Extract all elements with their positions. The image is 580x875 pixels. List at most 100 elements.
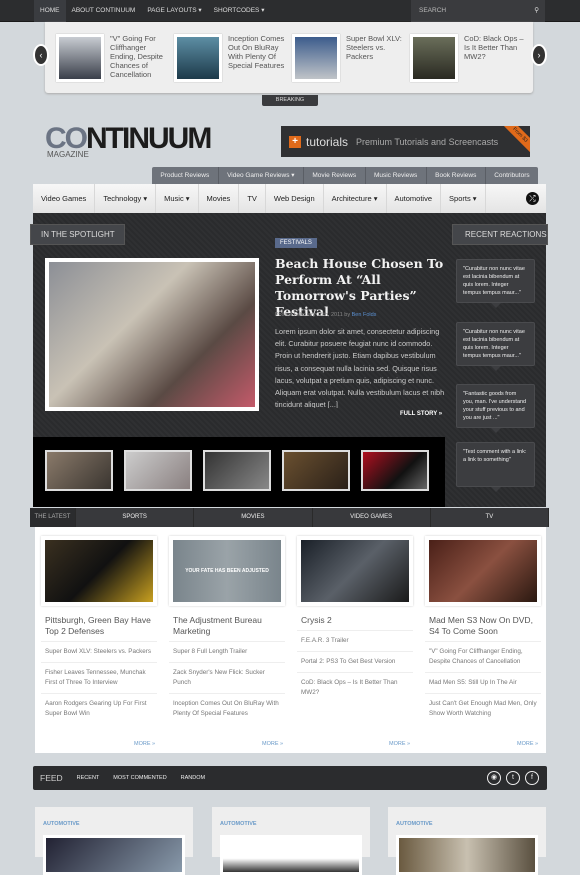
breaking-item[interactable]: CoD: Black Ops – Is It Better Than MW2?	[410, 34, 526, 82]
list-item[interactable]: Inception Comes Out On BluRay With Plent…	[169, 693, 285, 724]
post-meta: Posted February 15th, 2011 by Ben Folds	[275, 312, 376, 318]
next-arrow-icon[interactable]: ›	[531, 44, 547, 66]
mainnav-item[interactable]: TV	[239, 184, 266, 213]
list-item[interactable]: Mad Men S5: Still Up In The Air	[425, 672, 541, 693]
reaction-bubble[interactable]: "Curabitur non nunc vitae est lacinia bi…	[456, 259, 535, 308]
search-placeholder: SEARCH	[419, 7, 447, 14]
subnav-item[interactable]: Product Reviews	[152, 167, 219, 185]
subnav-item[interactable]: Music Reviews	[366, 167, 427, 185]
breaking-item[interactable]: Super Bowl XLV: Steelers vs. Packers	[292, 34, 408, 82]
nav-page-layouts[interactable]: PAGE LAYOUTS ▾	[141, 0, 207, 22]
image-caption: YOUR FATE HAS BEEN ADJUSTED	[173, 540, 281, 602]
search-icon[interactable]: ⚲	[534, 0, 539, 22]
feed-card[interactable]: AUTOMOTIVE	[388, 807, 546, 875]
mainnav-item[interactable]: Technology ▾	[95, 184, 157, 213]
list-item[interactable]: CoD: Black Ops – Is It Better Than MW2?	[297, 672, 413, 703]
thumbnail[interactable]	[45, 450, 113, 491]
breaking-title: CoD: Black Ops – Is It Better Than MW2?	[464, 34, 524, 61]
thumbnail[interactable]	[282, 450, 350, 491]
subnav-item[interactable]: Video Game Reviews ▾	[219, 167, 304, 185]
spotlight-excerpt: Lorem ipsum dolor sit amet, consectetur …	[275, 327, 445, 408]
column-title[interactable]: Pittsburgh, Green Bay Have Top 2 Defense…	[45, 615, 157, 641]
nav-shortcodes[interactable]: SHORTCODES ▾	[208, 0, 271, 22]
card-category[interactable]: AUTOMOTIVE	[220, 821, 257, 827]
feed-card[interactable]: AUTOMOTIVE	[212, 807, 370, 875]
tab-tv[interactable]: TV	[431, 508, 549, 527]
subnav-item[interactable]: Contributors	[486, 167, 538, 185]
prev-arrow-icon[interactable]: ‹	[33, 44, 49, 66]
feed-tab-most-commented[interactable]: MOST COMMENTED	[113, 775, 166, 781]
ad-banner[interactable]: + tutorials Premium Tutorials and Screen…	[281, 126, 530, 157]
tab-sports[interactable]: SPORTS	[76, 508, 195, 527]
card-category[interactable]: AUTOMOTIVE	[43, 821, 80, 827]
breaking-item[interactable]: Inception Comes Out On BluRay With Plent…	[174, 34, 290, 82]
more-link[interactable]: MORE »	[517, 741, 538, 747]
more-link[interactable]: MORE »	[262, 741, 283, 747]
column-image[interactable]	[297, 536, 413, 606]
mainnav-item[interactable]: Web Design	[266, 184, 324, 213]
reaction-bubble[interactable]: "Test comment with a link: a link to som…	[456, 442, 535, 492]
list-item[interactable]: Zack Snyder's New Flick: Sucker Punch	[169, 662, 285, 693]
column-image[interactable]: YOUR FATE HAS BEEN ADJUSTED	[169, 536, 285, 606]
more-link[interactable]: MORE »	[389, 741, 410, 747]
column-image[interactable]	[425, 536, 541, 606]
thumbnail[interactable]	[124, 450, 192, 491]
column-title[interactable]: The Adjustment Bureau Marketing	[173, 615, 285, 641]
thumbnail[interactable]	[361, 450, 429, 491]
column-title[interactable]: Crysis 2	[301, 615, 413, 630]
nav-home[interactable]: HOME	[34, 0, 66, 22]
list-item[interactable]: Portal 2: PS3 To Get Best Version	[297, 651, 413, 672]
latest-column: Mad Men S3 Now On DVD, S4 To Come Soon "…	[425, 536, 541, 724]
search-input[interactable]: SEARCH ⚲	[411, 0, 545, 22]
shuffle-icon[interactable]: ⤮	[526, 192, 539, 205]
rss-icon[interactable]: ◉	[487, 771, 501, 785]
latest-column: YOUR FATE HAS BEEN ADJUSTED The Adjustme…	[169, 536, 285, 724]
mainnav-item[interactable]: Automotive	[387, 184, 442, 213]
reaction-bubble[interactable]: "Fantastic goods from you, man. I've und…	[456, 384, 535, 433]
top-nav: HOME ABOUT CONTINUUM PAGE LAYOUTS ▾ SHOR…	[34, 0, 270, 22]
feed-card[interactable]: AUTOMOTIVE	[35, 807, 193, 875]
list-item[interactable]: F.E.A.R. 3 Trailer	[297, 630, 413, 651]
author-link[interactable]: Ben Folds	[352, 312, 377, 318]
mainnav-item[interactable]: Video Games	[33, 184, 96, 213]
subnav-item[interactable]: Movie Reviews	[304, 167, 366, 185]
spotlight-image[interactable]	[45, 258, 259, 411]
mainnav-item[interactable]: Music ▾	[156, 184, 199, 213]
twitter-icon[interactable]: t	[506, 771, 520, 785]
mainnav-item[interactable]: Movies	[199, 184, 240, 213]
thumbnail[interactable]	[203, 450, 271, 491]
list-item[interactable]: Just Can't Get Enough Mad Men, Only Show…	[425, 693, 541, 724]
feed-label: FEED	[40, 773, 63, 783]
list-item[interactable]: "V" Going For Cliffhanger Ending, Despit…	[425, 641, 541, 672]
more-link[interactable]: MORE »	[134, 741, 155, 747]
breaking-slider: "V" Going For Cliffhanger Ending, Despit…	[45, 22, 533, 93]
category-badge[interactable]: FESTIVALS	[275, 238, 317, 248]
latest-column: Pittsburgh, Green Bay Have Top 2 Defense…	[41, 536, 157, 724]
nav-about[interactable]: ABOUT CONTINUUM	[66, 0, 142, 22]
breaking-title: "V" Going For Cliffhanger Ending, Despit…	[110, 34, 163, 79]
facebook-icon[interactable]: f	[525, 771, 539, 785]
list-item[interactable]: Super Bowl XLV: Steelers vs. Packers	[41, 641, 157, 662]
feed-tab-random[interactable]: RANDOM	[181, 775, 205, 781]
breaking-item[interactable]: "V" Going For Cliffhanger Ending, Despit…	[56, 34, 172, 82]
column-title[interactable]: Mad Men S3 Now On DVD, S4 To Come Soon	[429, 615, 541, 641]
list-item[interactable]: Super 8 Full Length Trailer	[169, 641, 285, 662]
latest-label: THE LATEST	[30, 508, 76, 527]
reactions-label: RECENT REACTIONS	[452, 224, 548, 245]
spotlight-title[interactable]: Beach House Chosen To Perform At “All To…	[275, 256, 445, 320]
list-item[interactable]: Aaron Rodgers Gearing Up For First Super…	[41, 693, 157, 724]
tab-video-games[interactable]: VIDEO GAMES	[313, 508, 431, 527]
feed-bar: FEED RECENT MOST COMMENTED RANDOM	[33, 766, 547, 790]
mainnav-item[interactable]: Sports ▾	[441, 184, 486, 213]
logo-subtitle: MAGAZINE	[47, 150, 89, 159]
feed-tab-recent[interactable]: RECENT	[77, 775, 100, 781]
subnav-item[interactable]: Book Reviews	[427, 167, 486, 185]
full-story-link[interactable]: FULL STORY »	[400, 411, 442, 417]
main-nav: Video Games Technology ▾ Music ▾ Movies …	[33, 184, 546, 213]
card-category[interactable]: AUTOMOTIVE	[396, 821, 433, 827]
mainnav-item[interactable]: Architecture ▾	[324, 184, 387, 213]
list-item[interactable]: Fisher Leaves Tennessee, Munchak First o…	[41, 662, 157, 693]
tab-movies[interactable]: MOVIES	[194, 508, 313, 527]
reaction-bubble[interactable]: "Curabitur non nunc vitae est lacinia bi…	[456, 322, 535, 371]
column-image[interactable]	[41, 536, 157, 606]
